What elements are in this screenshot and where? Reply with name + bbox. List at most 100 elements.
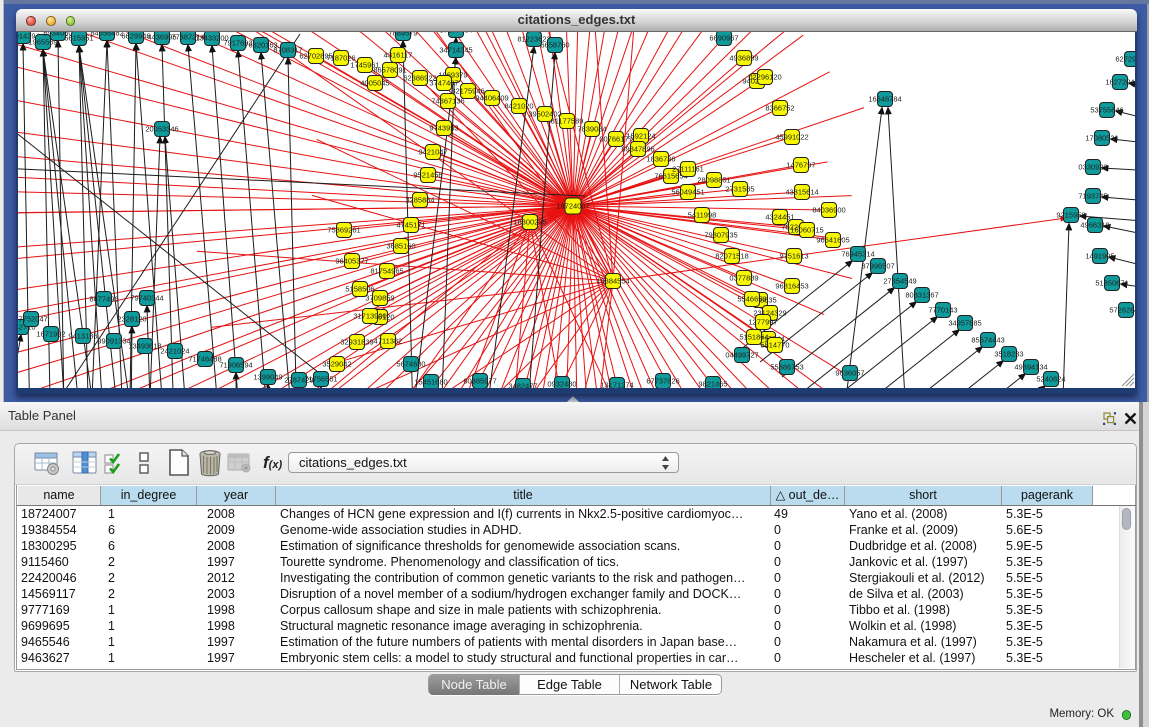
svg-text:1671902: 1671902 xyxy=(36,330,65,339)
svg-text:34714345: 34714345 xyxy=(439,46,472,55)
svg-text:5411998: 5411998 xyxy=(688,211,717,220)
svg-text:5158506: 5158506 xyxy=(345,285,374,294)
svg-text:4711382: 4711382 xyxy=(374,337,403,346)
svg-text:3518233: 3518233 xyxy=(994,350,1023,359)
svg-text:9521456: 9521456 xyxy=(413,171,442,180)
svg-text:17080531: 17080531 xyxy=(1085,134,1118,143)
svg-text:9421047: 9421047 xyxy=(418,148,447,157)
svg-text:5240824: 5240824 xyxy=(1036,375,1065,384)
svg-text:57262849: 57262849 xyxy=(1109,306,1135,315)
svg-text:75869261: 75869261 xyxy=(327,226,360,235)
svg-text:5546659: 5546659 xyxy=(737,295,766,304)
svg-text:82071518: 82071518 xyxy=(715,252,748,261)
svg-text:76945314: 76945314 xyxy=(841,250,874,259)
svg-text:4966319: 4966319 xyxy=(1080,221,1109,230)
svg-text:55886753: 55886753 xyxy=(770,363,803,372)
svg-text:96641605: 96641605 xyxy=(816,236,849,245)
svg-text:32931839: 32931839 xyxy=(340,338,373,347)
svg-text:04499727: 04499727 xyxy=(725,351,758,360)
svg-text:5674680: 5674680 xyxy=(396,360,425,369)
svg-text:4005045: 4005045 xyxy=(360,79,389,88)
svg-text:43815614: 43815614 xyxy=(785,188,818,197)
svg-text:1836736: 1836736 xyxy=(646,155,675,164)
svg-text:74367136: 74367136 xyxy=(431,97,464,106)
svg-text:51850671: 51850671 xyxy=(1095,279,1128,288)
svg-text:6658760: 6658760 xyxy=(540,41,569,50)
svg-text:56049451: 56049451 xyxy=(671,188,704,197)
svg-text:9751613: 9751613 xyxy=(779,252,808,261)
svg-text:7193745: 7193745 xyxy=(1078,192,1107,201)
svg-text:3529042: 3529042 xyxy=(322,360,351,369)
svg-text:7770143: 7770143 xyxy=(928,306,957,315)
svg-text:71756551: 71756551 xyxy=(304,375,337,384)
svg-text:9413186: 9413186 xyxy=(68,332,97,341)
svg-text:0330923: 0330923 xyxy=(1078,163,1107,172)
svg-text:2421024: 2421024 xyxy=(160,347,189,356)
svg-text:84036900: 84036900 xyxy=(812,206,845,215)
svg-text:3685160: 3685160 xyxy=(386,242,415,251)
svg-text:3709859: 3709859 xyxy=(365,294,394,303)
svg-text:81754965: 81754965 xyxy=(370,267,403,276)
svg-text:53755646: 53755646 xyxy=(1090,106,1123,115)
svg-text:7839084: 7839084 xyxy=(577,125,606,134)
svg-text:1491905: 1491905 xyxy=(1085,252,1114,261)
svg-text:79807935: 79807935 xyxy=(704,231,737,240)
svg-text:67737826: 67737826 xyxy=(646,377,679,386)
svg-text:16648784: 16648784 xyxy=(868,95,901,104)
svg-text:0932480: 0932480 xyxy=(547,380,576,388)
svg-text:2328120: 2328120 xyxy=(117,315,146,324)
svg-text:71906594: 71906594 xyxy=(219,361,252,370)
svg-text:18300295: 18300295 xyxy=(513,218,546,227)
svg-text:1399049: 1399049 xyxy=(253,373,282,382)
svg-text:45991022: 45991022 xyxy=(775,133,808,142)
svg-text:8366752: 8366752 xyxy=(765,104,794,113)
svg-text:49894134: 49894134 xyxy=(1014,363,1047,372)
svg-text:60385977: 60385977 xyxy=(463,377,496,386)
svg-text:1627204: 1627204 xyxy=(1105,78,1134,87)
svg-text:69847896: 69847896 xyxy=(621,145,654,154)
svg-text:13493618: 13493618 xyxy=(128,342,161,351)
svg-text:84656482: 84656482 xyxy=(90,32,123,38)
svg-text:6629946: 6629946 xyxy=(121,32,150,41)
svg-text:4745171: 4745171 xyxy=(396,221,425,230)
svg-text:1592124: 1592124 xyxy=(626,132,655,141)
svg-text:99091334: 99091334 xyxy=(97,337,130,346)
svg-text:34957885: 34957885 xyxy=(948,319,981,328)
svg-text:13171274: 13171274 xyxy=(600,381,633,388)
svg-text:3482477: 3482477 xyxy=(508,382,537,388)
svg-text:16060715: 16060715 xyxy=(790,226,823,235)
svg-text:8677496: 8677496 xyxy=(89,295,118,304)
svg-text:7889579: 7889579 xyxy=(388,32,417,38)
svg-text:9821465: 9821465 xyxy=(698,380,727,388)
svg-text:37996507: 37996507 xyxy=(861,262,894,271)
svg-text:9636057: 9636057 xyxy=(835,369,864,378)
svg-text:85574443: 85574443 xyxy=(971,336,1004,345)
svg-text:19384554: 19384554 xyxy=(596,277,629,286)
svg-text:0377889: 0377889 xyxy=(729,274,758,283)
svg-text:15451680: 15451680 xyxy=(414,378,447,387)
svg-text:8708317: 8708317 xyxy=(273,46,302,55)
svg-text:80831367: 80831367 xyxy=(905,291,938,300)
svg-text:27354549: 27354549 xyxy=(883,277,916,286)
svg-text:86578091: 86578091 xyxy=(373,66,406,75)
svg-text:4936899: 4936899 xyxy=(729,54,758,63)
svg-text:71746488: 71746488 xyxy=(188,355,221,364)
svg-text:28098851: 28098851 xyxy=(697,176,730,185)
svg-text:96816453: 96816453 xyxy=(775,282,808,291)
svg-text:31713900: 31713900 xyxy=(353,312,386,321)
svg-text:1476797: 1476797 xyxy=(786,161,815,170)
svg-text:20053346: 20053346 xyxy=(145,125,178,134)
svg-text:3285884: 3285884 xyxy=(405,196,434,205)
svg-text:77752047: 77752047 xyxy=(18,315,48,324)
svg-text:4316117: 4316117 xyxy=(384,51,413,60)
svg-text:87277434: 87277434 xyxy=(439,32,472,35)
svg-text:6690967: 6690967 xyxy=(709,34,738,43)
svg-text:5151864: 5151864 xyxy=(739,333,768,342)
svg-text:5814770: 5814770 xyxy=(760,341,789,350)
svg-text:27111161: 27111161 xyxy=(672,165,704,174)
svg-text:18724007: 18724007 xyxy=(556,202,589,211)
svg-text:9743953: 9743953 xyxy=(429,124,458,133)
svg-text:02296120: 02296120 xyxy=(748,73,781,82)
svg-text:96405377: 96405377 xyxy=(335,257,368,266)
svg-text:62729806: 62729806 xyxy=(1115,55,1135,64)
